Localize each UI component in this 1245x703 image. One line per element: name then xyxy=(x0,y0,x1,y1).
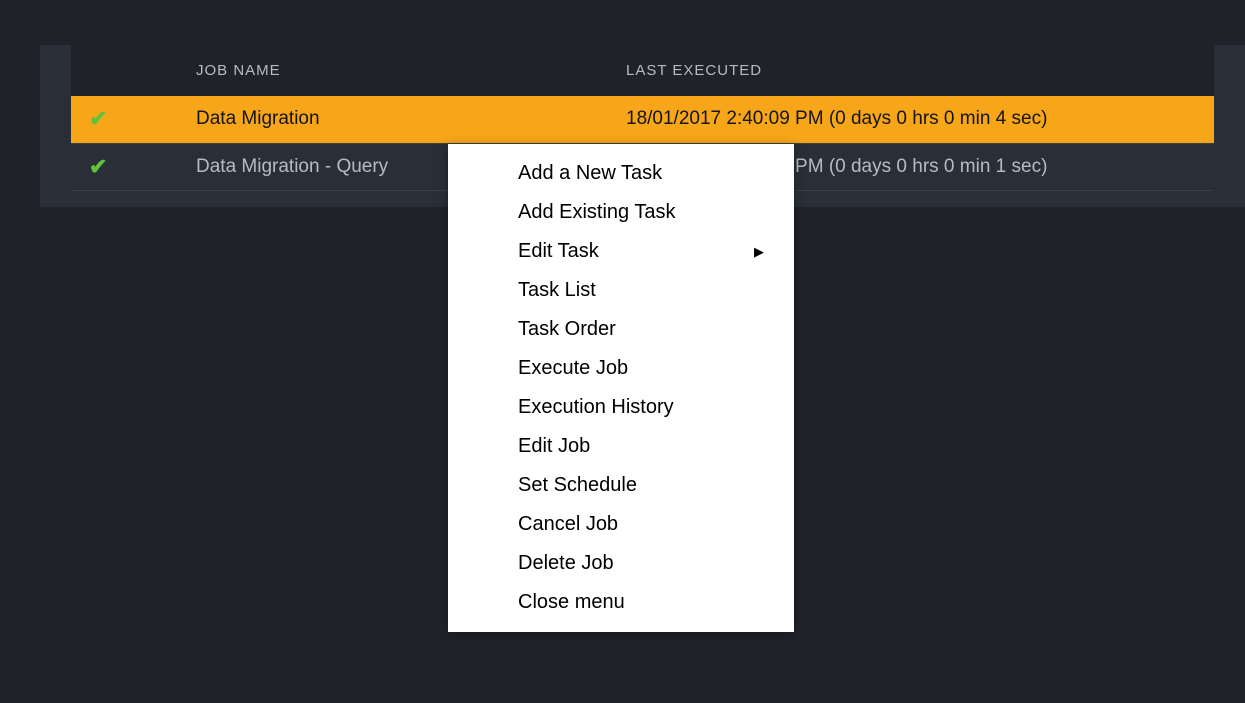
menu-item-label: Edit Task xyxy=(518,240,599,263)
chevron-right-icon: ▶ xyxy=(754,244,764,260)
menu-item-label: Add a New Task xyxy=(518,162,662,185)
menu-item-label: Cancel Job xyxy=(518,513,618,536)
menu-item-delete-job[interactable]: Delete Job xyxy=(448,544,794,583)
header-job-name: JOB NAME xyxy=(186,45,616,96)
menu-item-label: Delete Job xyxy=(518,552,614,575)
table-header-row: JOB NAME LAST EXECUTED xyxy=(71,45,1214,96)
check-icon: ✔ xyxy=(81,154,107,180)
menu-item-task-list[interactable]: Task List xyxy=(448,271,794,310)
menu-item-label: Task List xyxy=(518,279,596,302)
job-name-cell: Data Migration xyxy=(186,96,616,143)
menu-item-cancel-job[interactable]: Cancel Job xyxy=(448,505,794,544)
menu-item-label: Add Existing Task xyxy=(518,201,676,224)
menu-item-execution-history[interactable]: Execution History xyxy=(448,388,794,427)
menu-item-add-existing-task[interactable]: Add Existing Task xyxy=(448,193,794,232)
menu-item-label: Execution History xyxy=(518,396,674,419)
check-icon: ✔ xyxy=(81,106,107,132)
menu-item-label: Execute Job xyxy=(518,357,628,380)
job-executed-cell: 18/01/2017 2:40:09 PM (0 days 0 hrs 0 mi… xyxy=(616,96,1214,143)
menu-item-label: Task Order xyxy=(518,318,616,341)
header-last-executed: LAST EXECUTED xyxy=(616,45,1214,96)
menu-item-label: Edit Job xyxy=(518,435,590,458)
table-row[interactable]: ✔ Data Migration 18/01/2017 2:40:09 PM (… xyxy=(71,96,1214,143)
menu-item-edit-job[interactable]: Edit Job xyxy=(448,427,794,466)
menu-item-add-new-task[interactable]: Add a New Task xyxy=(448,154,794,193)
context-menu: Add a New Task Add Existing Task Edit Ta… xyxy=(448,144,794,632)
menu-item-close-menu[interactable]: Close menu xyxy=(448,583,794,622)
menu-item-execute-job[interactable]: Execute Job xyxy=(448,349,794,388)
menu-item-label: Set Schedule xyxy=(518,474,637,497)
header-status xyxy=(71,45,186,96)
app-root: JOB NAME LAST EXECUTED ✔ Data Migration … xyxy=(0,0,1245,703)
menu-item-label: Close menu xyxy=(518,591,625,614)
menu-item-set-schedule[interactable]: Set Schedule xyxy=(448,466,794,505)
menu-item-task-order[interactable]: Task Order xyxy=(448,310,794,349)
menu-item-edit-task[interactable]: Edit Task ▶ xyxy=(448,232,794,271)
